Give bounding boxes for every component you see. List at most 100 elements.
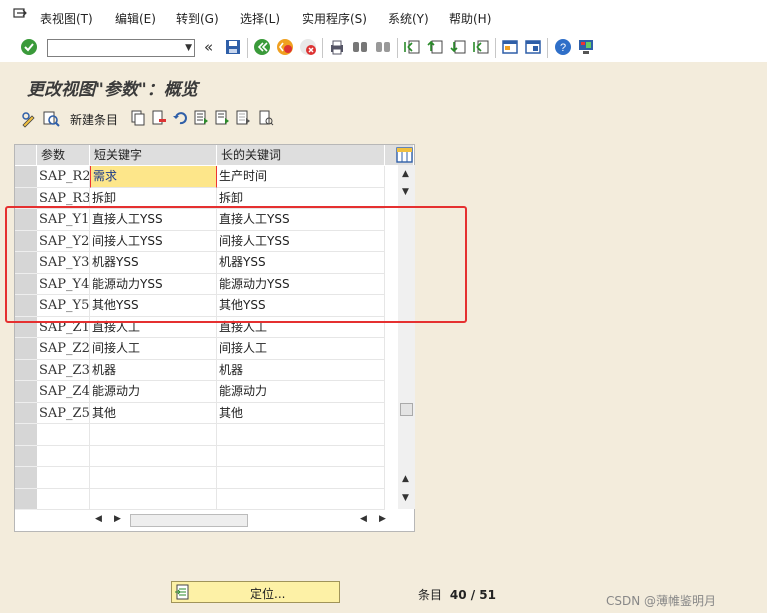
- new-session-icon[interactable]: [501, 38, 519, 56]
- cell-short-key[interactable]: [90, 424, 217, 446]
- scroll-right-icon[interactable]: ▶: [114, 514, 121, 524]
- scroll-left-end-icon[interactable]: ◀: [360, 514, 367, 524]
- scroll-left-icon[interactable]: ◀: [95, 514, 102, 524]
- cell-long-key[interactable]: 其他: [217, 402, 385, 424]
- menu-help[interactable]: 帮助(H): [449, 10, 491, 27]
- table-row: [15, 488, 385, 510]
- page-down-icon[interactable]: ▼: [402, 187, 409, 197]
- select-block-icon[interactable]: [214, 110, 230, 126]
- delete-icon[interactable]: [151, 110, 167, 126]
- print-icon[interactable]: [328, 38, 346, 56]
- cell-short-key[interactable]: 能源动力: [90, 381, 217, 403]
- cell-long-key[interactable]: 生产时间: [217, 166, 385, 188]
- row-selector[interactable]: [15, 166, 37, 188]
- column-header-parameter[interactable]: 参数: [37, 145, 90, 165]
- menu-selection[interactable]: 选择(L): [240, 10, 280, 27]
- menu-table-view[interactable]: 表视图(T): [40, 10, 93, 27]
- cell-long-key[interactable]: [217, 467, 385, 489]
- cell-short-key[interactable]: 间接人工: [90, 338, 217, 360]
- row-selector[interactable]: [15, 359, 37, 381]
- cell-long-key[interactable]: 机器: [217, 359, 385, 381]
- cell-long-key[interactable]: 间接人工: [217, 338, 385, 360]
- cell-parameter: [37, 467, 90, 489]
- shortcut-icon[interactable]: [524, 38, 542, 56]
- row-selector[interactable]: [15, 488, 37, 510]
- menu-system[interactable]: 系统(Y): [388, 10, 429, 27]
- cell-short-key[interactable]: 需求: [90, 166, 217, 188]
- collapse-command-icon[interactable]: «: [204, 38, 213, 56]
- highlight-box: [5, 206, 467, 323]
- cell-long-key[interactable]: 能源动力: [217, 381, 385, 403]
- cell-short-key[interactable]: 其他: [90, 402, 217, 424]
- command-field[interactable]: ▼: [47, 39, 195, 57]
- position-icon: [175, 584, 189, 600]
- page-title: 更改视图"参数"：概览: [27, 80, 198, 100]
- cell-parameter: SAP_Z3: [37, 359, 90, 381]
- table-settings-icon[interactable]: [396, 147, 413, 163]
- cell-short-key[interactable]: [90, 488, 217, 510]
- customize-layout-icon[interactable]: [577, 38, 595, 56]
- other-view-icon[interactable]: [42, 110, 60, 128]
- row-selector[interactable]: [15, 338, 37, 360]
- horizontal-scrollbar[interactable]: ◀ ▶ ◀ ▶: [90, 513, 388, 529]
- horizontal-scroll-thumb[interactable]: [130, 514, 248, 527]
- cell-parameter: SAP_Z2: [37, 338, 90, 360]
- menu-edit[interactable]: 编辑(E): [115, 10, 156, 27]
- menu-bar: 表视图(T) 编辑(E) 转到(G) 选择(L) 实用程序(S) 系统(Y) 帮…: [0, 0, 767, 34]
- table-row: SAP_Z4 能源动力 能源动力: [15, 381, 385, 403]
- cell-parameter: [37, 445, 90, 467]
- watermark: CSDN @薄帷鉴明月: [606, 594, 717, 608]
- chevron-down-icon[interactable]: ▼: [185, 43, 192, 53]
- next-page-icon[interactable]: [449, 38, 467, 56]
- entry-counter: 条目 40 / 51: [418, 586, 496, 603]
- save-icon[interactable]: [224, 38, 242, 56]
- exit-icon[interactable]: [276, 38, 294, 56]
- row-selector[interactable]: [15, 424, 37, 446]
- scroll-up-icon[interactable]: ▲: [402, 169, 409, 179]
- vertical-scroll-thumb[interactable]: [400, 403, 413, 416]
- row-selector[interactable]: [15, 445, 37, 467]
- print-field-list-icon[interactable]: [258, 110, 274, 126]
- find-icon[interactable]: [351, 38, 369, 56]
- last-page-icon[interactable]: [472, 38, 490, 56]
- cell-parameter: SAP_Z4: [37, 381, 90, 403]
- table-row: SAP_Z5 其他 其他: [15, 402, 385, 424]
- deselect-all-icon[interactable]: [235, 110, 251, 126]
- select-all-header[interactable]: [15, 145, 37, 165]
- undo-change-icon[interactable]: [172, 110, 188, 126]
- column-header-long-key[interactable]: 长的关键词: [217, 145, 385, 165]
- table-row: [15, 445, 385, 467]
- display-change-icon[interactable]: [20, 110, 38, 128]
- row-selector[interactable]: [15, 402, 37, 424]
- help-icon[interactable]: ?: [554, 38, 572, 56]
- cell-long-key[interactable]: [217, 424, 385, 446]
- find-next-icon[interactable]: [374, 38, 392, 56]
- cell-parameter: SAP_R2: [37, 166, 90, 188]
- new-entries-button[interactable]: 新建条目: [70, 111, 118, 128]
- table-row: SAP_Z2 间接人工 间接人工: [15, 338, 385, 360]
- cell-short-key[interactable]: [90, 467, 217, 489]
- cell-short-key[interactable]: [90, 445, 217, 467]
- position-button[interactable]: 定位...: [171, 581, 340, 603]
- page-up-icon[interactable]: ▲: [402, 474, 409, 484]
- menu-goto[interactable]: 转到(G): [176, 10, 219, 27]
- row-selector[interactable]: [15, 381, 37, 403]
- cell-long-key[interactable]: [217, 488, 385, 510]
- back-icon[interactable]: [253, 38, 271, 56]
- enter-check-icon[interactable]: [20, 38, 38, 56]
- menu-utilities[interactable]: 实用程序(S): [302, 10, 367, 27]
- scroll-down-icon[interactable]: ▼: [402, 493, 409, 503]
- previous-page-icon[interactable]: [426, 38, 444, 56]
- system-menu-icon[interactable]: [13, 8, 27, 22]
- table-row: SAP_R2 需求 生产时间: [15, 166, 385, 188]
- cell-short-key[interactable]: 机器: [90, 359, 217, 381]
- cell-parameter: [37, 424, 90, 446]
- column-header-short-key[interactable]: 短关键字: [90, 145, 217, 165]
- row-selector[interactable]: [15, 467, 37, 489]
- cancel-icon[interactable]: [299, 38, 317, 56]
- select-all-icon[interactable]: [193, 110, 209, 126]
- first-page-icon[interactable]: [403, 38, 421, 56]
- copy-as-icon[interactable]: [130, 110, 146, 126]
- cell-long-key[interactable]: [217, 445, 385, 467]
- scroll-right-end-icon[interactable]: ▶: [379, 514, 386, 524]
